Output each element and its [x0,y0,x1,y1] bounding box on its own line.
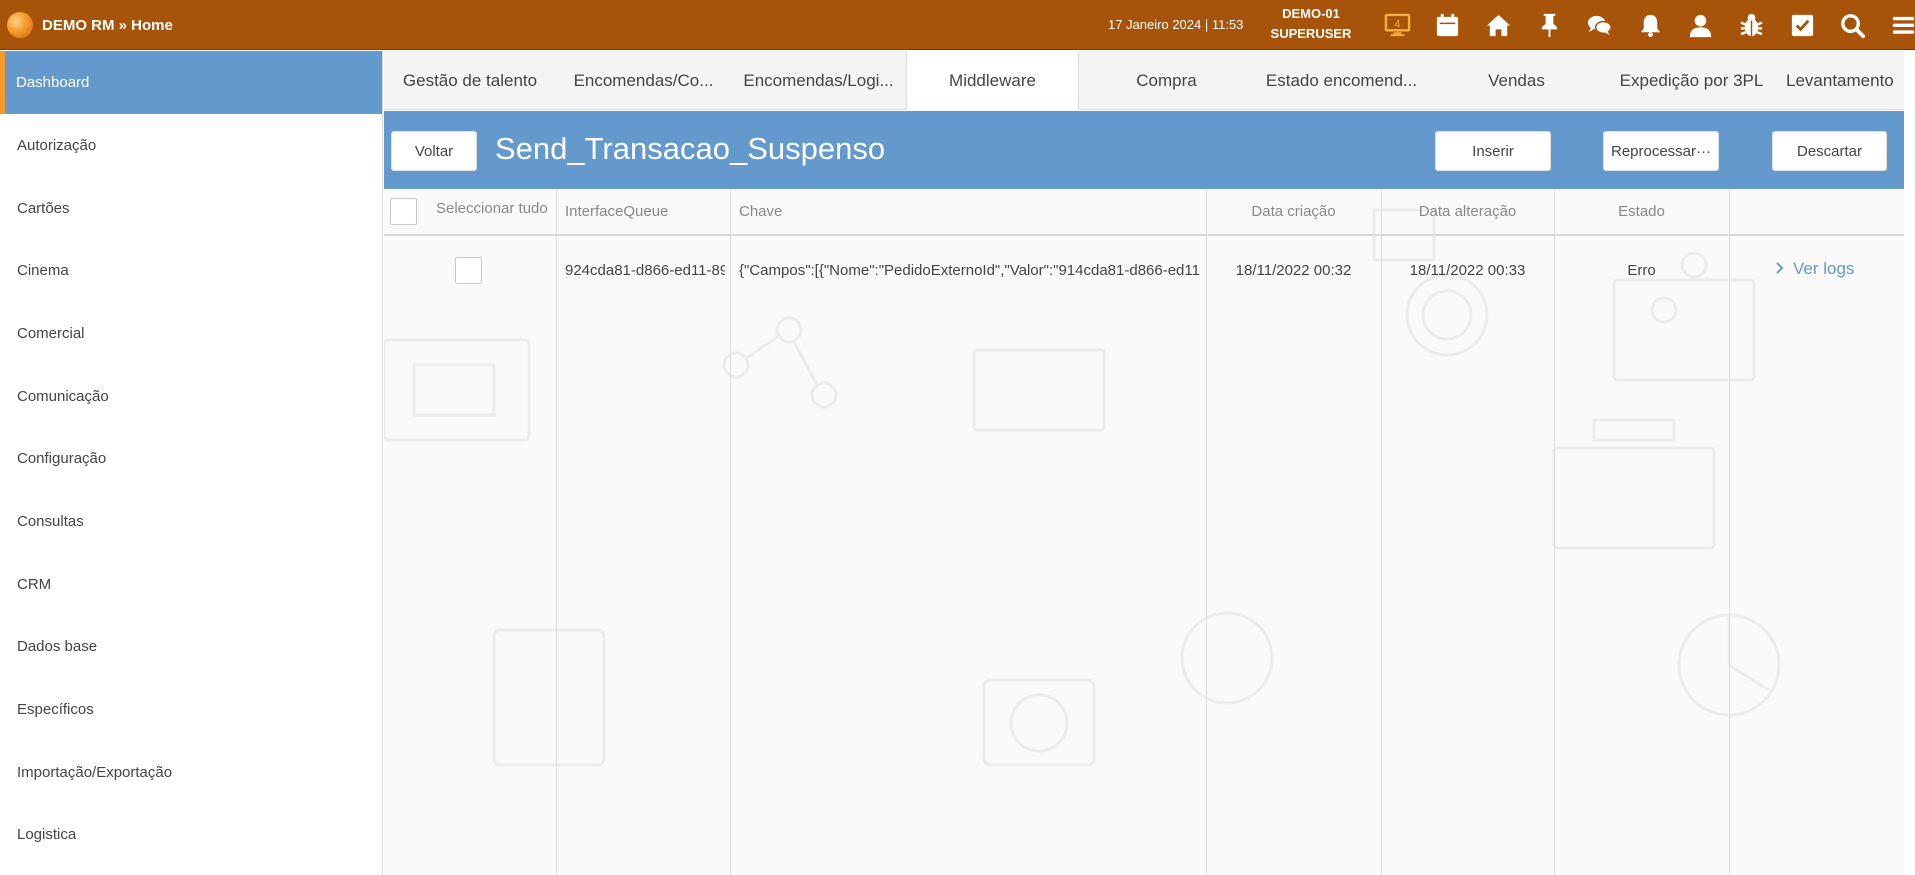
sidebar-item-cartoes[interactable]: Cartões [0,177,382,240]
tab-estado-encomenda[interactable]: Estado encomend... [1254,51,1429,110]
cell-interfacequeue: 924cda81-d866-ed11-89 [565,262,725,279]
cell-data-alteracao: 18/11/2022 00:33 [1409,262,1526,279]
page-title: Send_Transacao_Suspenso [495,131,886,166]
sidebar-item-configuracao[interactable]: Configuração [0,427,382,490]
data-grid: Seleccionar tudo InterfaceQueue Chave Da… [384,190,1904,875]
logo [7,12,33,38]
tab-levantamento[interactable]: Levantamento [1779,51,1894,110]
column-interfacequeue[interactable]: InterfaceQueue [565,203,668,220]
sidebar-item-autorizacao[interactable]: Autorização [0,114,382,177]
user-info[interactable]: DEMO-01 SUPERUSER [1265,4,1357,44]
background-illustration [384,208,1781,767]
sidebar-item-cinema[interactable]: Cinema [0,239,382,302]
sidebar-item-dashboard[interactable]: Dashboard [0,51,382,114]
company-name: DEMO-01 [1282,6,1340,21]
monitor-icon[interactable]: 4 [1372,0,1423,50]
date-time: 17 Janeiro 2024 | 11:53 [1108,17,1244,32]
column-estado[interactable]: Estado [1554,203,1729,220]
notification-count: 4 [1394,18,1400,30]
chevron-right-icon [1775,259,1785,279]
tab-middleware[interactable]: Middleware [906,51,1079,110]
bell-icon[interactable] [1625,0,1676,50]
tab-expedicao-3pl[interactable]: Expedição por 3PL [1604,51,1779,110]
column-data-alteracao[interactable]: Data alteração [1381,203,1554,220]
sidebar-item-dados-base[interactable]: Dados base [0,616,382,679]
table-header: Seleccionar tudo InterfaceQueue Chave Da… [384,190,1904,236]
sidebar-item-consultas[interactable]: Consultas [0,490,382,553]
toolbar-icons: 4 [1372,0,1915,50]
sidebar-item-logistica[interactable]: Logistica [0,804,382,867]
column-chave[interactable]: Chave [739,203,782,220]
reprocess-button[interactable]: Reprocessar··· [1603,131,1719,171]
top-bar: DEMO RM » Home 17 Janeiro 2024 | 11:53 D… [0,0,1915,50]
sidebar-item-importacao-exportacao[interactable]: Importação/Exportação [0,741,382,804]
row-checkbox[interactable] [455,257,482,284]
pin-icon[interactable] [1524,0,1575,50]
insert-button[interactable]: Inserir [1435,131,1551,171]
module-tabs: Gestão de talento Encomendas/Co... Encom… [384,51,1904,110]
column-data-criacao[interactable]: Data criação [1206,203,1381,220]
tab-compra[interactable]: Compra [1079,51,1254,110]
view-logs-link[interactable]: Ver logs [1775,259,1854,279]
bug-icon[interactable] [1726,0,1777,50]
back-button[interactable]: Voltar [391,131,477,171]
breadcrumb[interactable]: DEMO RM » Home [42,17,173,34]
tab-gestao-de-talento[interactable]: Gestão de talento [384,51,556,110]
view-logs-label: Ver logs [1793,259,1855,278]
tab-vendas[interactable]: Vendas [1429,51,1604,110]
sidebar-item-comunicacao[interactable]: Comunicação [0,365,382,428]
discard-button[interactable]: Descartar [1772,131,1887,171]
page-header: Voltar Send_Transacao_Suspenso Inserir R… [384,111,1904,189]
calendar-icon[interactable] [1423,0,1474,50]
home-icon[interactable] [1473,0,1524,50]
checkbox-icon[interactable] [1777,0,1828,50]
status-badge: Erro [1627,262,1656,279]
sidebar-item-comercial[interactable]: Comercial [0,302,382,365]
user-icon[interactable] [1676,0,1727,50]
sidebar-item-crm[interactable]: CRM [0,553,382,616]
select-all-label[interactable]: Seleccionar tudo [436,200,551,217]
select-all-checkbox[interactable] [390,198,417,225]
cell-chave: {"Campos":[{"Nome":"PedidoExternoId","Va… [739,262,1200,279]
search-icon[interactable] [1827,0,1878,50]
sidebar: Dashboard Autorização Cartões Cinema Com… [0,51,383,875]
sidebar-item-especificos[interactable]: Específicos [0,678,382,741]
cell-data-criacao: 18/11/2022 00:32 [1235,262,1352,279]
user-name: SUPERUSER [1270,26,1352,41]
tab-encomendas-logi[interactable]: Encomendas/Logi... [731,51,906,110]
tab-encomendas-co[interactable]: Encomendas/Co... [556,51,731,110]
chat-icon[interactable] [1574,0,1625,50]
menu-icon[interactable] [1878,0,1915,50]
